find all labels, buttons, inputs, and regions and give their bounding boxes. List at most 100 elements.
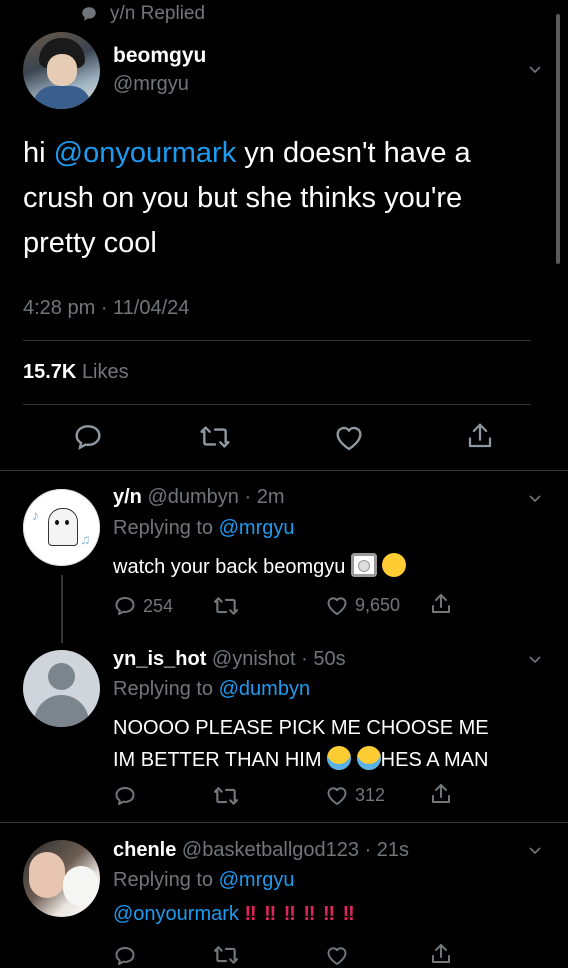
reply-avatar[interactable]: ♪ ♫ [23, 489, 100, 566]
main-text-prefix: hi [23, 137, 54, 169]
avatar-dog [63, 866, 99, 906]
main-timestamp[interactable]: 4:28 pm · 11/04/24 [23, 297, 189, 320]
divider [0, 470, 568, 471]
share-icon [432, 784, 450, 803]
replying-to: Replying to @mrgyu [113, 869, 295, 892]
retweet-icon [214, 787, 238, 805]
chevron-down-icon[interactable] [528, 652, 542, 666]
music-note: ♫ [80, 531, 91, 547]
reply-icon [115, 597, 135, 615]
reply-action[interactable] [113, 784, 137, 808]
reply-handle[interactable]: @dumbyn [147, 486, 238, 508]
like-action[interactable]: 312 [325, 784, 385, 806]
share-icon [432, 944, 450, 963]
main-mention-link[interactable]: @onyourmark [54, 137, 237, 169]
reply-icon [115, 947, 135, 965]
retweet-action[interactable] [213, 785, 239, 807]
reply-text-line: NOOOO PLEASE PICK ME CHOOSE ME [113, 717, 489, 739]
reply-action[interactable]: 254 [113, 594, 173, 618]
replying-to: Replying to @dumbyn [113, 678, 310, 701]
avatar-shirt [33, 86, 91, 109]
avatar-face [47, 54, 77, 86]
replied-context[interactable]: y/n Replied [80, 2, 205, 26]
like-icon [327, 597, 347, 615]
divider [0, 822, 568, 823]
reply-text-body: watch your back beomgyu [113, 556, 346, 578]
exclamation-emojis: ‼ ‼ ‼ ‼ ‼ ‼ [244, 903, 356, 925]
reply-text-line: IM BETTER THAN HIM HES A MAN [113, 744, 489, 776]
reply-action[interactable] [113, 944, 137, 968]
replying-mention[interactable]: @mrgyu [219, 869, 295, 891]
chevron-down-icon[interactable] [528, 62, 542, 76]
like-count: 312 [355, 784, 386, 805]
replying-mention[interactable]: @mrgyu [219, 517, 295, 539]
replying-to: Replying to @mrgyu [113, 517, 295, 540]
reply-display-name[interactable]: chenle [113, 839, 176, 861]
reply-text-part: IM BETTER THAN HIM [113, 749, 322, 771]
default-avatar-body [34, 695, 89, 727]
reply-time: · 21s [364, 839, 410, 861]
retweet-icon [214, 597, 238, 615]
ghost-eye [55, 520, 59, 525]
share-icon[interactable] [465, 420, 495, 452]
reply-avatar[interactable] [23, 650, 100, 727]
like-action[interactable] [325, 944, 349, 966]
retweet-icon[interactable] [199, 423, 231, 451]
speech-bubble-icon [82, 7, 96, 21]
music-note: ♪ [32, 507, 39, 523]
share-action[interactable] [429, 592, 453, 616]
ghost-figure [48, 508, 78, 546]
reply-header: y/n @dumbyn · 2m [113, 486, 285, 509]
retweet-action[interactable] [213, 944, 239, 966]
main-handle[interactable]: @mrgyu [113, 73, 189, 96]
retweet-action[interactable] [213, 595, 239, 617]
default-avatar-head [48, 663, 75, 690]
replying-label: Replying to [113, 869, 214, 891]
reply-header: yn_is_hot @ynishot · 50s [113, 648, 346, 671]
main-display-name[interactable]: beomgyu [113, 44, 206, 68]
reply-count: 254 [143, 595, 174, 616]
chevron-down-icon[interactable] [528, 491, 542, 505]
reply-text: @onyourmark ‼ ‼ ‼ ‼ ‼ ‼ [113, 903, 356, 926]
reply-display-name[interactable]: yn_is_hot [113, 648, 206, 670]
chevron-down-icon[interactable] [528, 843, 542, 857]
share-icon [432, 594, 450, 613]
reply-handle[interactable]: @ynishot [212, 648, 296, 670]
reply-avatar[interactable] [23, 840, 100, 917]
avatar-face [29, 852, 65, 898]
crying-emoji [356, 746, 381, 770]
reply-display-name[interactable]: y/n [113, 486, 142, 508]
share-action[interactable] [429, 942, 453, 966]
likes-count: 15.7K [23, 361, 77, 383]
like-icon[interactable] [333, 422, 365, 452]
retweet-icon [214, 946, 238, 964]
reply-icon [115, 787, 135, 805]
replying-label: Replying to [113, 678, 214, 700]
reply-header: chenle @basketballgod123 · 21s [113, 839, 409, 862]
reply-time: · 2m [244, 486, 285, 508]
main-tweet-text: hi @onyourmark yn doesn't have a crush o… [23, 131, 533, 266]
thread-line [61, 575, 63, 643]
reply-mention-link[interactable]: @onyourmark [113, 903, 239, 925]
reply-handle[interactable]: @basketballgod123 [182, 839, 359, 861]
scrollbar-thumb[interactable] [556, 14, 560, 264]
plate-emoji [350, 553, 377, 577]
like-action[interactable]: 9,650 [325, 594, 400, 616]
divider [23, 404, 531, 405]
replying-label: Replying to [113, 517, 214, 539]
ghost-eye [65, 520, 69, 525]
reply-text: watch your back beomgyu [113, 553, 407, 579]
smile-emoji [382, 553, 407, 577]
like-count: 9,650 [355, 594, 401, 615]
share-action[interactable] [429, 782, 453, 806]
replying-mention[interactable]: @dumbyn [219, 678, 310, 700]
likes-label: Likes [81, 361, 129, 383]
replied-label: y/n Replied [110, 3, 206, 24]
main-avatar[interactable] [23, 32, 100, 109]
reply-time: · 50s [301, 648, 346, 670]
likes-stat[interactable]: 15.7K Likes [23, 361, 129, 384]
like-icon [327, 947, 347, 965]
divider [23, 340, 531, 341]
reply-icon[interactable] [72, 421, 104, 453]
crying-emoji [327, 746, 352, 770]
